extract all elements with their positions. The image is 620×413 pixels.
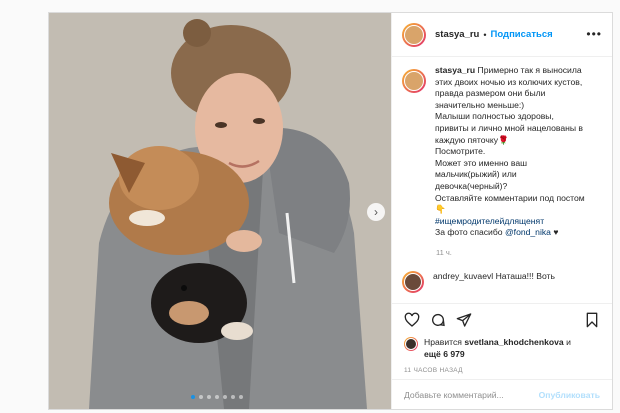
carousel-dot (191, 395, 195, 399)
likes-middle: и (566, 337, 571, 347)
likes-user[interactable]: svetlana_khodchenkova (464, 337, 563, 347)
bookmark-icon[interactable] (584, 312, 600, 328)
carousel-dot (215, 395, 219, 399)
post-header: stasya_ru • Подписаться ••• (392, 13, 612, 57)
caption-text: stasya_ru Примерно так я выносила этих д… (435, 65, 585, 239)
likes-others[interactable]: ещё 6 979 (424, 349, 465, 359)
comment-icon[interactable] (430, 312, 446, 328)
caption-line: Малыши полностью здоровы, привиты и личн… (435, 111, 583, 145)
author-username[interactable]: stasya_ru (435, 29, 479, 40)
carousel-dot (199, 395, 203, 399)
caption-mention[interactable]: @fond_nika (505, 227, 551, 237)
heart-emoji-icon: ♥ (553, 227, 559, 238)
caption-time: 11 ч. (436, 247, 452, 257)
comment-text: andrey_kuvaevl Наташа!!! Воть (433, 270, 555, 281)
likes-text: Нравится svetlana_khodchenkova и ещё 6 9… (424, 337, 571, 360)
comments-list: stasya_ru Примерно так я выносила этих д… (402, 65, 604, 295)
caption: stasya_ru Примерно так я выносила этих д… (402, 65, 604, 239)
post-sidebar: stasya_ru • Подписаться ••• stasya_ru Пр… (391, 13, 612, 409)
author-avatar[interactable] (402, 22, 426, 47)
comment-item: andrey_kuvaevl Наташа!!! Воть (402, 270, 604, 293)
post-card: › stasya_ru • Подписаться ••• stasya_ru … (48, 12, 613, 410)
caption-line: Оставляйте комментарии под постом👇 (435, 192, 585, 215)
caption-username[interactable]: stasya_ru (435, 65, 475, 75)
caption-credit: За фото спасибо (435, 227, 503, 238)
post-photo[interactable]: › (49, 13, 391, 409)
carousel-dot (223, 395, 227, 399)
likes-summary: Нравится svetlana_khodchenkova и ещё 6 9… (404, 337, 604, 360)
commenter-avatar[interactable] (402, 270, 424, 293)
follow-button[interactable]: Подписаться (491, 29, 553, 40)
comment-input[interactable] (404, 389, 539, 400)
more-horizontal-icon[interactable]: ••• (586, 27, 602, 41)
caption-hashtag[interactable]: #ищемродителейдлященят (435, 216, 544, 226)
carousel-dot (207, 395, 211, 399)
post-timestamp: 11 ЧАСОВ НАЗАД (404, 367, 463, 374)
caption-line: Посмотрите. (435, 146, 486, 157)
caption-avatar[interactable] (402, 69, 426, 93)
carousel-dot (239, 395, 243, 399)
likes-prefix: Нравится (424, 337, 462, 347)
carousel-next-button[interactable]: › (367, 203, 385, 221)
carousel-dot (231, 395, 235, 399)
share-icon[interactable] (456, 312, 472, 328)
publish-comment-button[interactable]: Опубликовать (539, 390, 600, 400)
action-bar (392, 303, 612, 335)
header-separator: • (483, 29, 487, 40)
photo-illustration (49, 13, 391, 409)
heart-icon[interactable] (404, 312, 420, 328)
screen: › stasya_ru • Подписаться ••• stasya_ru … (0, 0, 620, 413)
carousel-dots (191, 395, 243, 399)
caption-line: Может это именно ваш мальчик(рыжий) или … (435, 157, 527, 191)
liker-avatar[interactable] (404, 337, 418, 351)
add-comment-bar: Опубликовать (392, 379, 612, 409)
